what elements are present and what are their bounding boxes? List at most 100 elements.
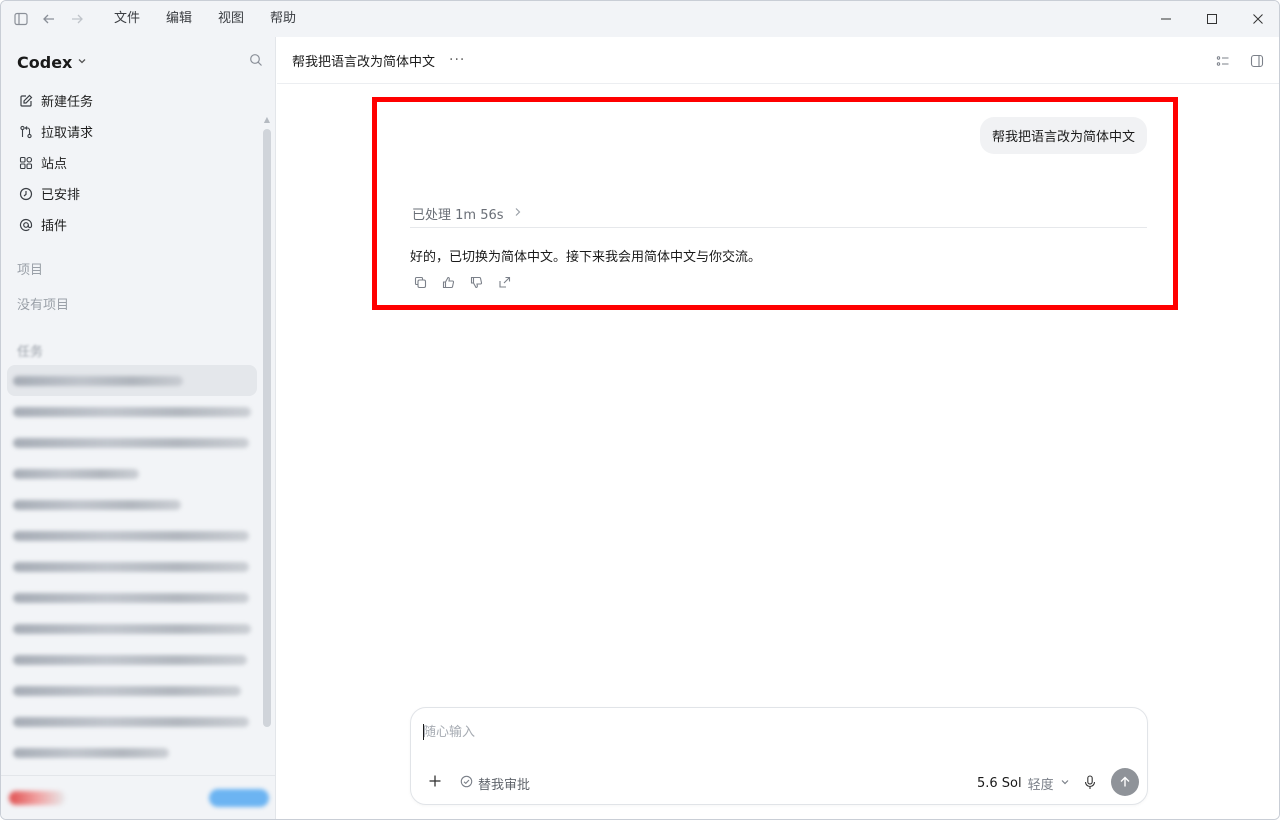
chevron-right-icon [514,207,522,220]
blurred-task-title [13,499,181,510]
more-options-icon[interactable]: ··· [449,52,465,68]
sidebar-item-new-task[interactable]: 新建任务 [11,85,261,116]
add-attachment-button[interactable] [425,771,445,791]
window-controls [1143,1,1279,37]
blurred-task-title [13,375,183,386]
list-item[interactable] [7,644,257,675]
text-cursor [423,724,424,740]
brand-name[interactable]: Codex [17,53,72,72]
grid-icon [17,154,35,172]
page-title: 帮我把语言改为简体中文 [292,54,436,70]
blurred-task-title [13,561,249,572]
list-item[interactable] [7,582,257,613]
sidebar-item-plugins[interactable]: 插件 [11,209,261,240]
list-item[interactable] [7,737,257,768]
list-item[interactable] [7,396,257,427]
composer-toolbar: 替我审批 5.6 Sol 轻度 [411,768,1149,798]
blurred-task-title [13,654,247,665]
blurred-task-title [13,437,249,448]
share-icon[interactable] [496,274,512,290]
send-button[interactable] [1111,768,1139,796]
blurred-task-title [13,747,169,758]
chevron-down-icon[interactable] [77,56,87,69]
sidebar-item-scheduled[interactable]: 已安排 [11,178,261,209]
copy-icon[interactable] [412,274,428,290]
minimize-icon[interactable] [1143,1,1189,37]
list-item[interactable] [7,427,257,458]
sidebar-header: Codex [17,51,267,73]
tasks-section-label: 任务 [17,345,44,360]
scroll-up-icon[interactable]: ▲ [263,115,271,125]
avatar[interactable] [9,791,65,805]
approval-label: 替我审批 [478,778,531,793]
main-header: 帮我把语言改为简体中文 ··· [277,37,1279,84]
list-item[interactable] [7,365,257,396]
approval-icon [460,775,473,792]
sidebar-item-label: 插件 [41,219,68,234]
panel-toggle-icon[interactable] [1247,51,1267,71]
back-arrow-icon[interactable] [35,1,63,37]
arrow-up-icon [1120,776,1130,787]
blurred-task-title [13,685,241,696]
list-item[interactable] [7,520,257,551]
clock-icon [17,185,35,203]
task-list [7,365,257,768]
user-message-bubble: 帮我把语言改为简体中文 [979,117,1147,154]
menu-help[interactable]: 帮助 [257,1,309,37]
model-name: 5.6 Sol [977,776,1022,791]
sidebar-item-sites[interactable]: 站点 [11,147,261,178]
list-item[interactable] [7,551,257,582]
sidebar-footer [1,775,276,819]
sidebar-item-pull-requests[interactable]: 拉取请求 [11,116,261,147]
microphone-icon[interactable] [1081,772,1099,792]
list-item[interactable] [7,489,257,520]
app-window: 文件 编辑 视图 帮助 Codex 新建任务 拉取请求 站点 已安排 插件 项目… [0,0,1280,820]
sidebar: Codex 新建任务 拉取请求 站点 已安排 插件 项目 没有项目 任务 ▲ [1,37,276,819]
blurred-task-title [13,623,251,634]
message-input[interactable] [423,722,1123,742]
blurred-task-title [13,468,139,479]
menu-file[interactable]: 文件 [101,1,153,37]
header-actions [1199,51,1267,71]
list-item[interactable] [7,458,257,489]
maximize-icon[interactable] [1189,1,1235,37]
no-projects-text: 没有项目 [17,298,70,313]
forward-arrow-icon[interactable] [63,1,91,37]
at-icon [17,216,35,234]
processed-status[interactable]: 已处理 1m 56s [412,204,522,223]
list-icon[interactable] [1213,51,1233,71]
sidebar-item-label: 拉取请求 [41,126,94,141]
main-panel: 帮我把语言改为简体中文 ··· 帮我把语言改为简体中文 已处理 1m 56s 好… [277,37,1279,819]
sidebar-item-label: 已安排 [41,188,81,203]
message-actions [412,274,524,290]
divider [410,227,1147,228]
menu-edit[interactable]: 编辑 [153,1,205,37]
search-icon[interactable] [249,53,263,71]
pull-request-icon [17,123,35,141]
assistant-message: 好的，已切换为简体中文。接下来我会用简体中文与你交流。 [410,250,762,265]
projects-section-label: 项目 [17,263,44,278]
list-item[interactable] [7,613,257,644]
blurred-task-title [13,592,249,603]
list-item[interactable] [7,675,257,706]
edit-icon [17,92,35,110]
model-selector[interactable]: 5.6 Sol 轻度 [977,774,1070,793]
sidebar-nav: 新建任务 拉取请求 站点 已安排 插件 [11,85,261,240]
close-icon[interactable] [1235,1,1279,37]
sidebar-toggle-icon[interactable] [7,1,35,37]
reasoning-level: 轻度 [1027,778,1054,793]
sidebar-scrollbar[interactable] [263,129,271,727]
chevron-down-icon [1060,777,1070,790]
title-bar: 文件 编辑 视图 帮助 [1,1,1279,37]
menu-view[interactable]: 视图 [205,1,257,37]
blurred-task-title [13,530,249,541]
thumbs-up-icon[interactable] [440,274,456,290]
sidebar-item-label: 站点 [41,157,68,172]
menu-bar: 文件 编辑 视图 帮助 [101,1,309,37]
list-item[interactable] [7,706,257,737]
blurred-task-title [13,406,251,417]
auto-approve-button[interactable]: 替我审批 [460,774,530,793]
composer: 替我审批 5.6 Sol 轻度 [410,707,1148,805]
thumbs-down-icon[interactable] [468,274,484,290]
upgrade-button[interactable] [209,789,269,807]
